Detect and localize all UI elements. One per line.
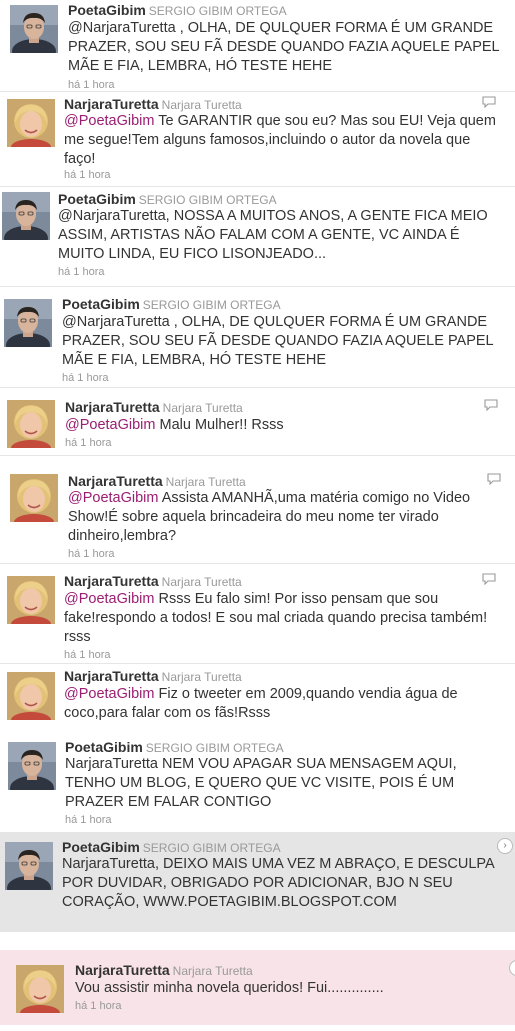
tweet: PoetaGibim SERGIO GIBIM ORTEGA @NarjaraTu… bbox=[0, 0, 515, 92]
timestamp[interactable]: há 1 hora bbox=[65, 437, 111, 449]
tweet-text: @PoetaGibim Malu Mulher!! Rsss bbox=[65, 417, 284, 433]
screen-name[interactable]: NarjaraTuretta bbox=[64, 668, 159, 684]
tweet-text: @NarjaraTuretta , OLHA, DE QULQUER FORMA… bbox=[68, 20, 500, 74]
timestamp[interactable]: há 1 hora bbox=[75, 1000, 121, 1012]
tweet-highlighted: NarjaraTurettaNarjara Turetta › Vou assi… bbox=[0, 950, 515, 1025]
screen-name[interactable]: NarjaraTuretta bbox=[65, 399, 160, 415]
timestamp[interactable]: há 1 hora bbox=[62, 372, 108, 384]
screen-name[interactable]: NarjaraTuretta bbox=[64, 573, 159, 589]
tweet-text: @NarjaraTuretta , OLHA, DE QULQUER FORMA… bbox=[62, 314, 494, 368]
avatar[interactable] bbox=[10, 5, 58, 53]
expand-arrow-icon[interactable]: › bbox=[497, 838, 513, 854]
mention-link[interactable]: @PoetaGibim bbox=[65, 417, 155, 433]
tweet-text: NarjaraTuretta, DEIXO MAIS UMA VEZ M ABR… bbox=[62, 856, 494, 910]
timestamp[interactable]: há 1 hora bbox=[65, 814, 111, 826]
screen-name[interactable]: NarjaraTuretta bbox=[68, 473, 163, 489]
full-name: SERGIO GIBIM ORTEGA bbox=[142, 841, 281, 855]
avatar[interactable] bbox=[10, 474, 58, 522]
full-name: SERGIO GIBIM ORTEGA bbox=[138, 193, 277, 207]
full-name: Narjara Turetta bbox=[162, 401, 243, 415]
full-name: SERGIO GIBIM ORTEGA bbox=[145, 741, 284, 755]
full-name: Narjara Turetta bbox=[165, 475, 246, 489]
tweet: NarjaraTuretta Narjara Turetta @PoetaGibi… bbox=[0, 564, 515, 664]
reply-icon[interactable] bbox=[484, 399, 498, 411]
avatar[interactable] bbox=[7, 99, 55, 147]
timestamp[interactable]: há 1 hora bbox=[64, 169, 110, 181]
tweet-highlighted: PoetaGibim SERGIO GIBIM ORTEGA › NarjaraT… bbox=[0, 832, 515, 932]
full-name: SERGIO GIBIM ORTEGA bbox=[142, 298, 281, 312]
tweet-text: @NarjaraTuretta, NOSSA A MUITOS ANOS, A … bbox=[58, 208, 488, 262]
full-name: Narjara Turetta bbox=[161, 670, 242, 684]
timestamp[interactable]: há 1 hora bbox=[58, 266, 104, 278]
screen-name[interactable]: PoetaGibim bbox=[62, 839, 140, 855]
tweet: PoetaGibim SERGIO GIBIM ORTEGA NarjaraTur… bbox=[0, 734, 515, 832]
tweet-text: @PoetaGibim Fiz o tweeter em 2009,quando… bbox=[64, 686, 458, 721]
avatar[interactable] bbox=[7, 400, 55, 448]
tweet-text: @PoetaGibim Assista AMANHÃ,uma matéria c… bbox=[68, 490, 471, 544]
screen-name[interactable]: PoetaGibim bbox=[65, 739, 143, 755]
screen-name[interactable]: PoetaGibim bbox=[68, 2, 146, 18]
reply-icon[interactable] bbox=[482, 573, 496, 585]
avatar[interactable] bbox=[16, 965, 64, 1013]
reply-icon[interactable] bbox=[482, 96, 496, 108]
full-name: Narjara Turetta bbox=[172, 964, 253, 978]
full-name: SERGIO GIBIM ORTEGA bbox=[148, 4, 287, 18]
mention-link[interactable]: @PoetaGibim bbox=[64, 113, 154, 129]
screen-name[interactable]: PoetaGibim bbox=[62, 296, 140, 312]
tweet: NarjaraTuretta Narjara Turetta @PoetaGibi… bbox=[0, 92, 515, 187]
full-name: Narjara Turetta bbox=[161, 98, 242, 112]
avatar[interactable] bbox=[7, 672, 55, 720]
tweet: PoetaGibim SERGIO GIBIM ORTEGA @NarjaraTu… bbox=[0, 187, 515, 287]
timestamp[interactable]: há 1 hora bbox=[64, 649, 110, 661]
tweet-text: @PoetaGibim Te GARANTIR que sou eu? Mas … bbox=[64, 113, 496, 167]
screen-name[interactable]: PoetaGibim bbox=[58, 191, 136, 207]
timestamp[interactable]: há 1 hora bbox=[68, 79, 114, 91]
tweet-text: Vou assistir minha novela queridos! Fui.… bbox=[75, 980, 384, 996]
tweet: NarjaraTuretta Narjara Turetta @PoetaGibi… bbox=[0, 664, 515, 734]
avatar[interactable] bbox=[2, 192, 50, 240]
avatar[interactable] bbox=[7, 576, 55, 624]
expand-arrow-icon[interactable]: › bbox=[509, 960, 515, 976]
tweet-text: NarjaraTuretta NEM VOU APAGAR SUA MENSAG… bbox=[65, 756, 457, 810]
reply-icon[interactable] bbox=[487, 473, 501, 485]
tweet: NarjaraTuretta Narjara Turetta @PoetaGibi… bbox=[0, 456, 515, 564]
avatar[interactable] bbox=[5, 842, 53, 890]
screen-name[interactable]: NarjaraTuretta bbox=[75, 962, 170, 978]
timestamp[interactable]: há 1 hora bbox=[68, 548, 114, 560]
tweet-text: @PoetaGibim Rsss Eu falo sim! Por isso p… bbox=[64, 591, 488, 645]
avatar[interactable] bbox=[8, 742, 56, 790]
mention-link[interactable]: @PoetaGibim bbox=[64, 591, 154, 607]
tweet: NarjaraTuretta Narjara Turetta @PoetaGibi… bbox=[0, 388, 515, 456]
mention-link[interactable]: @PoetaGibim bbox=[68, 490, 158, 506]
tweet: PoetaGibim SERGIO GIBIM ORTEGA @NarjaraTu… bbox=[0, 287, 515, 388]
avatar[interactable] bbox=[4, 299, 52, 347]
mention-link[interactable]: @PoetaGibim bbox=[64, 686, 154, 702]
full-name: Narjara Turetta bbox=[161, 575, 242, 589]
screen-name[interactable]: NarjaraTuretta bbox=[64, 96, 159, 112]
